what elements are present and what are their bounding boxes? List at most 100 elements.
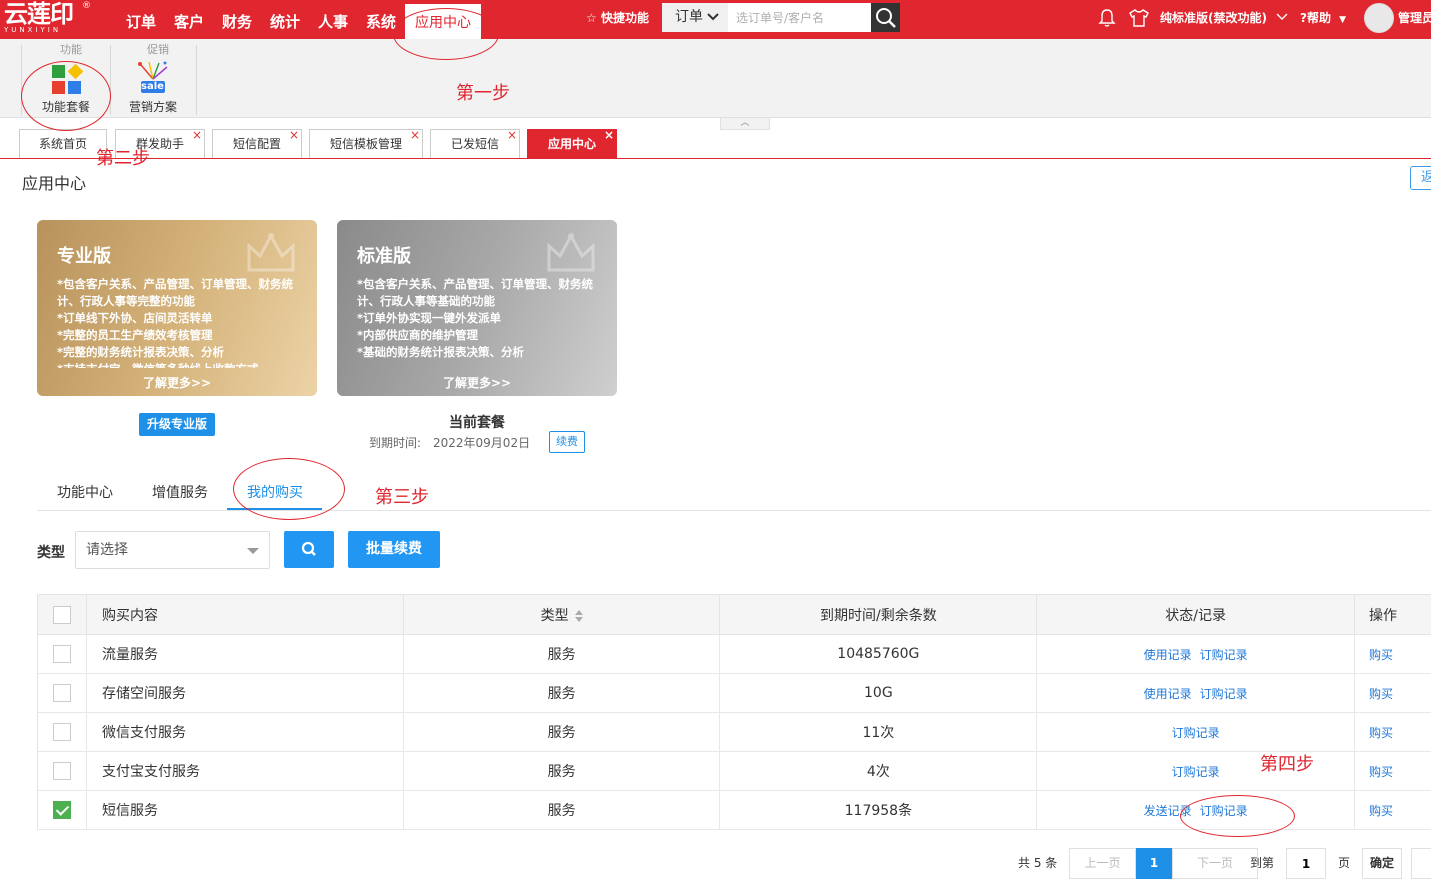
page-number-current[interactable]: 1 — [1136, 848, 1172, 879]
annotation-step3: 第三步 — [375, 487, 429, 508]
next-page-button[interactable]: 下一页 — [1172, 848, 1258, 879]
cell-status: 订购记录 — [1036, 712, 1355, 752]
avatar[interactable] — [1364, 3, 1394, 33]
search-input[interactable] — [730, 3, 870, 32]
goto-page-input[interactable] — [1286, 848, 1326, 879]
record-link[interactable]: 订购记录 — [1172, 726, 1220, 740]
search-button[interactable] — [871, 3, 900, 32]
close-icon[interactable]: × — [289, 121, 299, 150]
record-link[interactable]: 订购记录 — [1200, 648, 1248, 662]
crown-icon — [247, 232, 295, 272]
nav-item-customers[interactable]: 客户 — [174, 0, 204, 39]
search-button[interactable] — [284, 531, 334, 568]
cell-content: 流量服务 — [86, 634, 404, 674]
top-navbar: 云莲印 YUNXIYIN ® 订单 客户 财务 统计 人事 系统 应用中心 ☆ … — [0, 0, 1431, 39]
marketing-plan-button[interactable]: sale 营销方案 — [118, 57, 188, 117]
tab-label: 短信配置 — [232, 137, 281, 151]
row-checkbox[interactable] — [52, 684, 71, 702]
header-type[interactable]: 类型 — [403, 594, 721, 635]
nav-item-system[interactable]: 系统 — [366, 0, 396, 39]
buy-link[interactable]: 购买 — [1369, 648, 1393, 662]
search-icon — [301, 541, 316, 556]
cell-type: 服务 — [403, 790, 721, 830]
table-row: 支付宝支付服务 服务 4次 订购记录 购买 — [37, 751, 1431, 791]
tab-value-added[interactable]: 增值服务 — [152, 482, 208, 502]
record-link[interactable]: 订购记录 — [1200, 687, 1248, 701]
cell-content: 存储空间服务 — [86, 673, 404, 713]
page-tabs: 系统首页 群发助手 × 短信配置 × 短信模板管理 × 已发短信 × 应用中心 … — [0, 128, 1431, 159]
annotation-circle-step4 — [1180, 795, 1295, 837]
row-checkbox[interactable] — [52, 801, 71, 819]
learn-more-link[interactable]: 了解更多>> — [337, 374, 617, 391]
help-menu[interactable]: ?帮助 ▼ — [1300, 9, 1346, 26]
cell-status: 使用记录 订购记录 — [1036, 634, 1355, 674]
chevron-down-icon — [707, 13, 720, 21]
nav-item-hr[interactable]: 人事 — [318, 0, 348, 39]
purchases-table: 购买内容 类型 到期时间/剩余条数 状态/记录 操作 流量服务 服务 1048576… — [37, 594, 1431, 830]
buy-link[interactable]: 购买 — [1369, 804, 1393, 818]
nav-item-statistics[interactable]: 统计 — [270, 0, 300, 39]
close-icon[interactable]: × — [604, 121, 614, 150]
renew-button[interactable]: 续费 — [549, 431, 585, 453]
goto-confirm-button[interactable]: 确定 — [1362, 848, 1402, 879]
row-checkbox[interactable] — [52, 645, 71, 663]
close-icon[interactable]: × — [192, 121, 202, 150]
tab-sms-config[interactable]: 短信配置 × — [212, 128, 302, 158]
row-select-cell — [37, 634, 87, 674]
search-scope-select[interactable]: 订单 — [662, 3, 728, 32]
tab-app-center[interactable]: 应用中心 × — [527, 128, 617, 158]
type-select[interactable]: 请选择 — [75, 531, 270, 569]
tab-label: 系统首页 — [38, 137, 87, 151]
nav-item-finance[interactable]: 财务 — [222, 0, 252, 39]
tab-sent-sms[interactable]: 已发短信 × — [430, 128, 520, 158]
row-select-cell — [37, 712, 87, 752]
table-row: 流量服务 服务 10485760G 使用记录 订购记录 购买 — [37, 634, 1431, 674]
buy-link[interactable]: 购买 — [1369, 726, 1393, 740]
marketing-plan-label: 营销方案 — [128, 100, 177, 114]
cell-content: 短信服务 — [86, 790, 404, 830]
record-link[interactable]: 使用记录 — [1144, 648, 1192, 662]
search-bar: 订单 — [662, 3, 900, 32]
annotation-step2: 第二步 — [96, 148, 150, 169]
record-link[interactable]: 使用记录 — [1144, 687, 1192, 701]
upgrade-pro-button[interactable]: 升级专业版 — [139, 413, 215, 436]
page-size-select[interactable] — [1411, 848, 1431, 879]
type-select-placeholder: 请选择 — [86, 542, 128, 558]
ribbon-group-label-function: 功能 — [60, 43, 82, 56]
brand-logo[interactable]: 云莲印 YUNXIYIN ® — [4, 0, 91, 36]
cell-action: 购买 — [1354, 790, 1431, 830]
tab-sms-template[interactable]: 短信模板管理 × — [309, 128, 423, 158]
close-icon[interactable]: × — [410, 121, 420, 150]
row-checkbox[interactable] — [52, 723, 71, 741]
batch-renew-button[interactable]: 批量续费 — [348, 531, 440, 568]
learn-more-link[interactable]: 了解更多>> — [37, 374, 317, 391]
bell-icon[interactable] — [1098, 8, 1116, 28]
select-all-checkbox[interactable] — [52, 605, 71, 624]
page-title: 应用中心 — [22, 174, 87, 193]
prev-page-button[interactable]: 上一页 — [1069, 848, 1136, 879]
table-row: 存储空间服务 服务 10G 使用记录 订购记录 购买 — [37, 673, 1431, 713]
close-icon[interactable]: × — [507, 121, 517, 150]
quick-functions-button[interactable]: ☆ 快捷功能 — [586, 9, 649, 26]
tab-home[interactable]: 系统首页 — [19, 129, 107, 158]
ribbon-divider — [110, 45, 111, 115]
cell-action: 购买 — [1354, 673, 1431, 713]
buy-link[interactable]: 购买 — [1369, 687, 1393, 701]
cell-content: 支付宝支付服务 — [86, 751, 404, 791]
nav-item-orders[interactable]: 订单 — [126, 0, 156, 39]
pro-edition-card[interactable]: 专业版 *包含客户关系、产品管理、订单管理、财务统计、行政人事等完整的功能 *订… — [37, 220, 317, 396]
expire-label: 到期时间: — [369, 436, 422, 450]
shirt-icon[interactable] — [1128, 8, 1150, 28]
standard-edition-card[interactable]: 标准版 *包含客户关系、产品管理、订单管理、财务统计、行政人事等基础的功能 *订… — [337, 220, 617, 396]
buy-link[interactable]: 购买 — [1369, 765, 1393, 779]
goto-label: 到第 — [1250, 856, 1275, 870]
chevron-down-icon[interactable] — [1276, 13, 1288, 21]
logo-text: 云莲印 — [4, 0, 74, 28]
sort-icon[interactable] — [574, 609, 583, 622]
record-link[interactable]: 订购记录 — [1172, 765, 1220, 779]
tab-function-center[interactable]: 功能中心 — [57, 482, 113, 502]
annotation-circle-step1 — [393, 8, 499, 60]
admin-label[interactable]: 管理员 — [1398, 9, 1431, 26]
back-button[interactable]: 返 — [1410, 166, 1431, 190]
row-checkbox[interactable] — [52, 762, 71, 780]
